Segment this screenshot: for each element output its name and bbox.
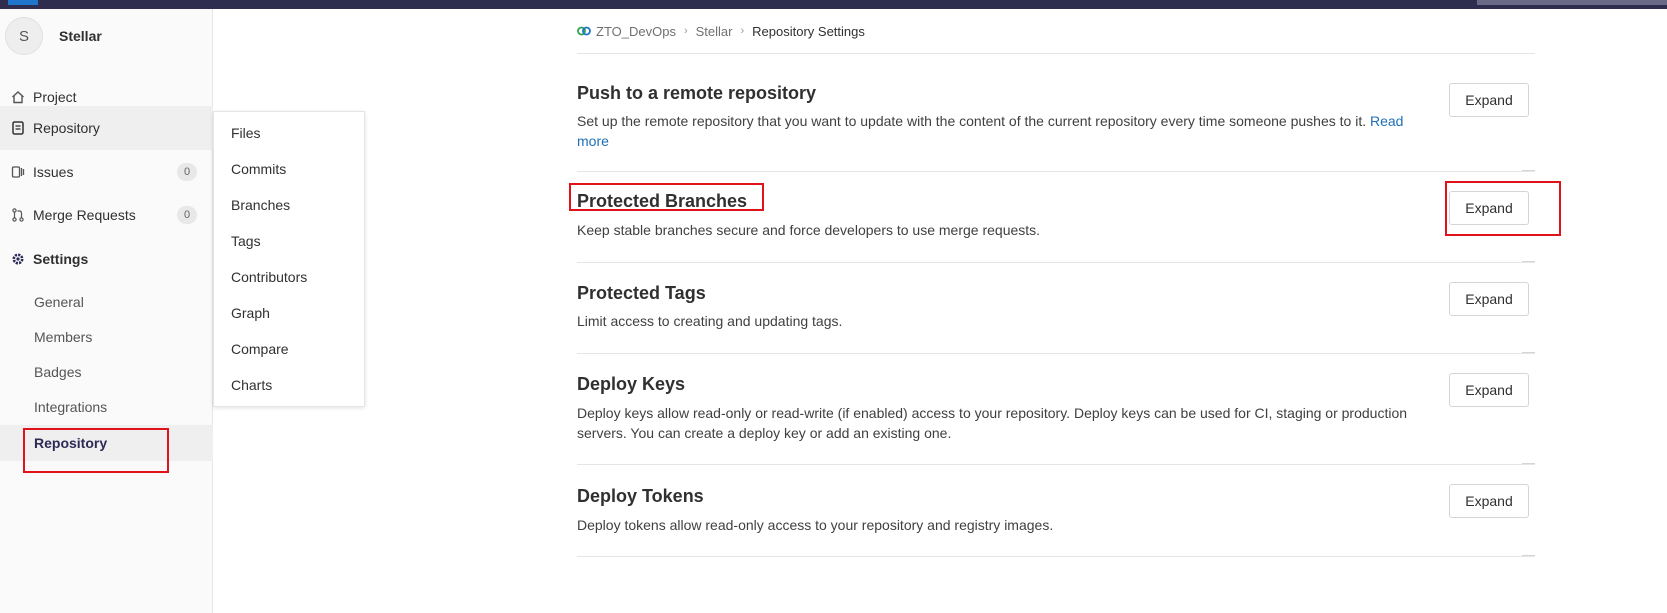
divider	[577, 353, 1535, 354]
top-navbar	[0, 0, 1667, 9]
sidebar-item-label: Merge Requests	[33, 207, 136, 223]
expand-button-deploy-tokens[interactable]: Expand	[1449, 484, 1529, 518]
gear-icon	[10, 251, 26, 267]
expand-button-protected-tags[interactable]: Expand	[1449, 282, 1529, 316]
breadcrumb: ZTO_DevOps › Stellar › Repository Settin…	[577, 21, 865, 41]
sidebar: S Stellar Project Repository Issues 0 Me…	[0, 9, 213, 613]
issues-icon	[10, 164, 26, 180]
settings-sub-integrations[interactable]: Integrations	[0, 389, 213, 425]
flyout-item-branches[interactable]: Branches	[231, 195, 290, 215]
sidebar-item-label: Project	[33, 89, 77, 105]
section-desc-protected-tags: Limit access to creating and updating ta…	[577, 313, 843, 329]
highlight-box-expand-button	[1445, 181, 1561, 236]
home-icon	[10, 89, 26, 105]
project-context[interactable]: S Stellar	[5, 16, 102, 56]
flyout-item-compare[interactable]: Compare	[231, 339, 289, 359]
divider	[577, 262, 1535, 263]
avatar: S	[5, 17, 43, 55]
issues-count-badge: 0	[177, 163, 197, 181]
sidebar-item-label: Repository	[33, 120, 100, 136]
section-title-protected-tags: Protected Tags	[577, 283, 706, 303]
flyout-item-contributors[interactable]: Contributors	[231, 267, 307, 287]
section-title-deploy-keys: Deploy Keys	[577, 374, 686, 394]
flyout-item-graph[interactable]: Graph	[231, 303, 270, 323]
sidebar-item-repository[interactable]: Repository	[0, 106, 213, 150]
sidebar-item-label: Issues	[33, 164, 74, 180]
highlight-box-protected-branches-title	[569, 183, 764, 211]
settings-sub-members[interactable]: Members	[0, 319, 213, 355]
sidebar-item-label: Settings	[33, 251, 89, 267]
highlight-box-repository-setting	[23, 428, 169, 473]
flyout-item-tags[interactable]: Tags	[231, 231, 261, 251]
divider	[577, 556, 1535, 557]
top-navbar-right	[1477, 0, 1667, 5]
section-title-deploy-tokens: Deploy Tokens	[577, 486, 704, 506]
expand-button-push-mirror[interactable]: Expand	[1449, 83, 1529, 117]
settings-sub-general[interactable]: General	[0, 284, 213, 320]
chevron-right-icon: ›	[683, 25, 688, 37]
section-desc-protected-branches: Keep stable branches secure and force de…	[577, 222, 1041, 238]
project-name: Stellar	[59, 28, 102, 44]
section-desc-text: Set up the remote repository that you wa…	[577, 113, 1367, 129]
breadcrumb-group[interactable]: ZTO_DevOps	[596, 24, 676, 39]
divider	[577, 464, 1535, 465]
merge-requests-count-badge: 0	[177, 206, 197, 224]
divider	[577, 171, 1535, 172]
flyout-item-charts[interactable]: Charts	[231, 375, 272, 395]
group-logo-icon	[577, 26, 591, 36]
expand-button-deploy-keys[interactable]: Expand	[1449, 373, 1529, 407]
flyout-item-commits[interactable]: Commits	[231, 159, 286, 179]
sidebar-item-issues[interactable]: Issues 0	[0, 150, 213, 194]
merge-request-icon	[10, 207, 26, 223]
sidebar-item-settings[interactable]: Settings	[0, 237, 213, 281]
divider	[577, 53, 1535, 54]
sidebar-item-merge-requests[interactable]: Merge Requests 0	[0, 193, 213, 237]
app-logo[interactable]	[8, 0, 38, 5]
section-desc-deploy-tokens: Deploy tokens allow read-only access to …	[577, 517, 1054, 533]
section-desc-deploy-keys: Deploy keys allow read-only or read-writ…	[577, 405, 1408, 441]
breadcrumb-current: Repository Settings	[752, 23, 865, 39]
document-icon	[10, 120, 26, 136]
section-title-push-mirror: Push to a remote repository	[577, 83, 817, 103]
flyout-item-files[interactable]: Files	[231, 123, 261, 143]
settings-sub-badges[interactable]: Badges	[0, 354, 213, 390]
section-desc-push-mirror: Set up the remote repository that you wa…	[577, 111, 1417, 151]
chevron-right-icon: ›	[740, 25, 745, 37]
repository-flyout-menu: Files Commits Branches Tags Contributors…	[213, 111, 365, 407]
breadcrumb-project[interactable]: Stellar	[696, 24, 733, 39]
